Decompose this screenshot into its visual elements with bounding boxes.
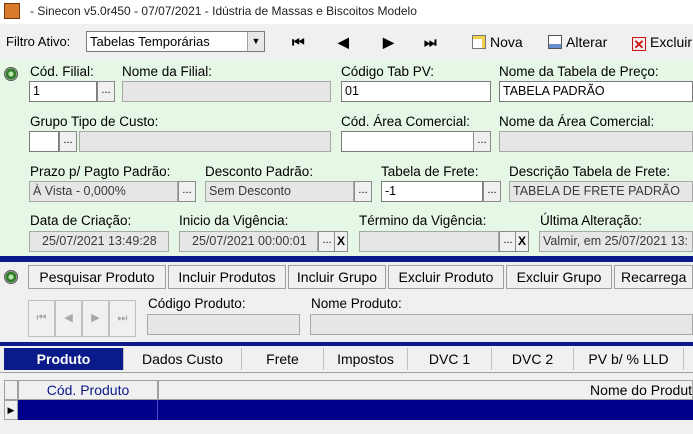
panel-toggle-icon[interactable] <box>4 67 18 81</box>
inicio-vigencia-clear-button[interactable]: X <box>334 231 348 252</box>
codigo-tab-pv-input[interactable]: 01 <box>341 81 491 102</box>
cod-area-lookup-button[interactable]: ... <box>473 131 491 152</box>
grupo-tipo-custo-input[interactable] <box>29 131 59 152</box>
filter-select[interactable]: Tabelas Temporárias ▼ <box>86 31 265 52</box>
tabela-frete-value: -1 <box>385 184 397 198</box>
window-title: - Sinecon v5.0r450 - 07/07/2021 - Idústr… <box>30 4 417 18</box>
nome-tabela-value: TABELA PADRÃO <box>503 84 605 98</box>
filter-value: Tabelas Temporárias <box>90 34 210 49</box>
inicio-vigencia-field: 25/07/2021 00:00:01 <box>179 231 318 252</box>
col-header-codigo[interactable]: Cód. Produto <box>18 380 158 400</box>
grupo-tipo-custo-label: Grupo Tipo de Custo: <box>30 114 159 129</box>
prazo-value: À Vista - 0,000% <box>33 184 126 198</box>
app-icon <box>4 3 20 19</box>
nome-area-field <box>499 131 693 152</box>
tab-impostos[interactable]: Impostos <box>324 348 408 370</box>
tabela-frete-lookup-button[interactable]: ... <box>483 181 501 202</box>
delete-button-label: Excluir <box>650 34 693 50</box>
termino-vigencia-label: Término da Vigência: <box>359 213 487 228</box>
desc-frete-value: TABELA DE FRETE PADRÃO <box>513 184 680 198</box>
grid-corner <box>4 380 18 400</box>
nome-filial-label: Nome da Filial: <box>122 64 213 79</box>
codigo-produto-field <box>147 314 300 335</box>
inicio-vigencia-value: 25/07/2021 00:00:01 <box>192 234 307 248</box>
termino-vigencia-field <box>359 231 499 252</box>
tab-frete[interactable]: Frete <box>242 348 324 370</box>
tab-produto[interactable]: Produto <box>4 348 124 370</box>
next-record-button[interactable]: ▶ <box>383 34 394 51</box>
codigo-produto-label: Código Produto: <box>148 296 246 311</box>
cod-filial-lookup-button[interactable]: ... <box>97 81 115 102</box>
cod-area-label: Cód. Área Comercial: <box>341 114 471 129</box>
termino-vigencia-clear-button[interactable]: X <box>515 231 529 252</box>
title-bar: - Sinecon v5.0r450 - 07/07/2021 - Idústr… <box>0 0 693 24</box>
nome-tabela-input[interactable]: TABELA PADRÃO <box>499 81 693 102</box>
row-indicator-icon: ▶ <box>4 400 18 420</box>
nome-produto-field <box>310 314 693 335</box>
cod-filial-value: 1 <box>33 84 40 98</box>
edit-document-icon <box>548 35 562 49</box>
desconto-field: Sem Desconto <box>205 181 354 202</box>
desconto-label: Desconto Padrão: <box>205 164 314 179</box>
inicio-vigencia-label: Inicio da Vigência: <box>179 213 289 228</box>
prazo-lookup-button[interactable]: ... <box>178 181 196 202</box>
last-record-button[interactable]: ⏭ <box>424 34 437 51</box>
codigo-tab-pv-label: Código Tab PV: <box>341 64 435 79</box>
desconto-value: Sem Desconto <box>209 184 291 198</box>
product-prev-button[interactable]: ◀ <box>55 300 82 337</box>
data-criacao-value: 25/07/2021 13:49:28 <box>42 234 157 248</box>
ultima-alteracao-value: Valmir, em 25/07/2021 13: <box>543 234 688 248</box>
new-button[interactable]: Nova <box>472 34 523 50</box>
ultima-alteracao-label: Última Alteração: <box>540 213 643 228</box>
excluir-grupo-button[interactable]: Excluir Grupo <box>506 265 612 289</box>
desconto-lookup-button[interactable]: ... <box>354 181 372 202</box>
pesquisar-produto-button[interactable]: Pesquisar Produto <box>28 265 166 289</box>
chevron-down-icon[interactable]: ▼ <box>247 32 264 51</box>
ultima-alteracao-field: Valmir, em 25/07/2021 13: <box>539 231 693 252</box>
excluir-produto-button[interactable]: Excluir Produto <box>388 265 504 289</box>
first-record-button[interactable]: ⏮ <box>292 34 305 51</box>
nome-filial-field <box>122 81 331 102</box>
product-last-button[interactable]: ⏭ <box>109 300 136 337</box>
product-next-button[interactable]: ▶ <box>82 300 109 337</box>
tab-dvc-1[interactable]: DVC 1 <box>408 348 492 370</box>
cod-area-input[interactable] <box>341 131 491 152</box>
delete-icon: ✕ <box>632 37 646 52</box>
incluir-produtos-button[interactable]: Incluir Produtos <box>168 265 286 289</box>
delete-button[interactable]: ✕ Excluir <box>632 34 693 52</box>
edit-button[interactable]: Alterar <box>548 34 607 50</box>
edit-button-label: Alterar <box>566 34 608 50</box>
data-criacao-field: 25/07/2021 13:49:28 <box>29 231 169 252</box>
nome-tabela-label: Nome da Tabela de Preço: <box>499 64 659 79</box>
cod-filial-label: Cód. Filial: <box>30 64 94 79</box>
prazo-field: À Vista - 0,000% <box>29 181 178 202</box>
recarregar-button[interactable]: Recarrega <box>614 265 693 289</box>
prazo-label: Prazo p/ Pagto Padrão: <box>30 164 171 179</box>
prev-record-button[interactable]: ◀ <box>338 34 349 51</box>
filter-label: Filtro Ativo: <box>6 34 71 49</box>
table-row[interactable] <box>18 400 693 420</box>
data-criacao-label: Data de Criação: <box>30 213 132 228</box>
col-header-nome[interactable]: Nome do Produt <box>158 380 693 400</box>
tab-dados-custo[interactable]: Dados Custo <box>124 348 242 370</box>
tabela-frete-label: Tabela de Frete: <box>381 164 479 179</box>
product-first-button[interactable]: ⏮ <box>28 300 55 337</box>
tab-pv-lld[interactable]: PV b/ % LLD <box>574 348 684 370</box>
grupo-tipo-custo-desc-field <box>79 131 331 152</box>
tab-dvc-2[interactable]: DVC 2 <box>492 348 574 370</box>
desc-frete-field: TABELA DE FRETE PADRÃO <box>509 181 693 202</box>
new-button-label: Nova <box>490 34 523 50</box>
nome-area-label: Nome da Área Comercial: <box>499 114 655 129</box>
new-document-icon <box>472 35 486 49</box>
cod-filial-input[interactable]: 1 <box>29 81 97 102</box>
codigo-tab-pv-value: 01 <box>345 84 359 98</box>
nome-produto-label: Nome Produto: <box>311 296 402 311</box>
product-panel-toggle-icon[interactable] <box>4 270 18 284</box>
tabela-frete-input[interactable]: -1 <box>381 181 483 202</box>
incluir-grupo-button[interactable]: Incluir Grupo <box>288 265 386 289</box>
desc-frete-label: Descrição Tabela de Frete: <box>509 164 671 179</box>
grupo-tipo-custo-lookup-button[interactable]: ... <box>59 131 77 152</box>
